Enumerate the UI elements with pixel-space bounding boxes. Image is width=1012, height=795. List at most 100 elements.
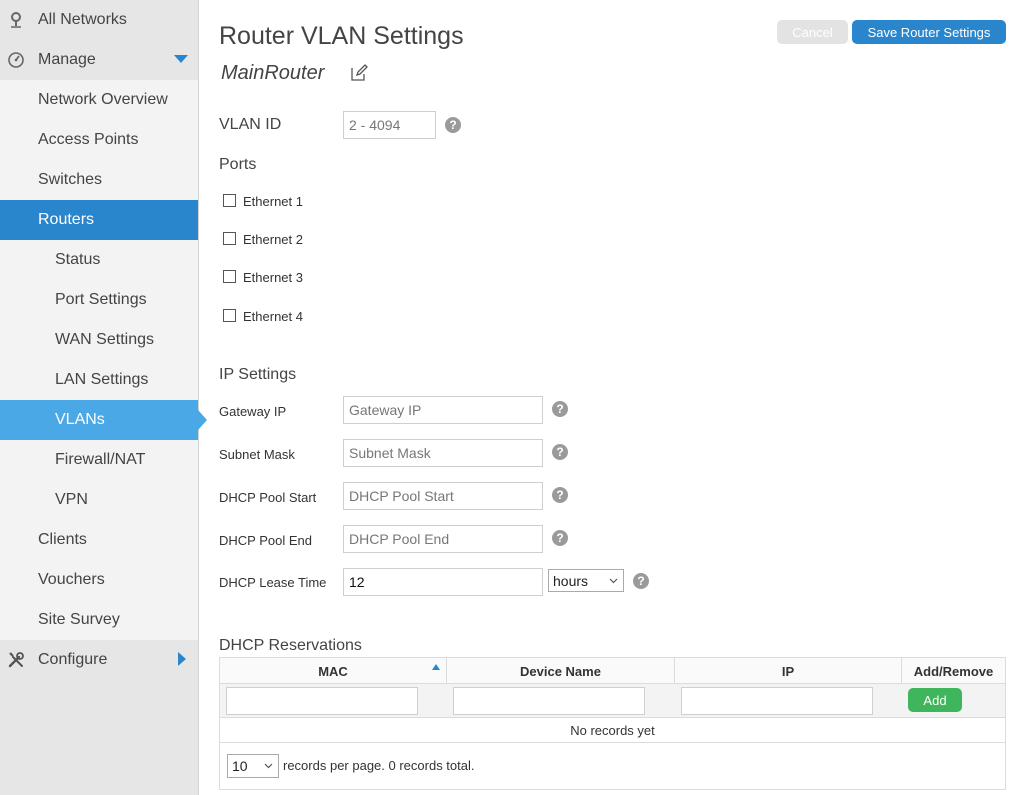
page-size-select[interactable]: 10 xyxy=(227,754,279,778)
sidebar-item-vouchers[interactable]: Vouchers xyxy=(0,560,198,600)
edit-icon[interactable] xyxy=(350,64,368,82)
sort-ascending-icon xyxy=(432,664,440,670)
sidebar-item-switches[interactable]: Switches xyxy=(0,160,198,200)
sidebar-item-label: Status xyxy=(55,251,101,268)
sidebar-item-label: Clients xyxy=(38,531,87,548)
vlan-id-label: VLAN ID xyxy=(219,116,282,133)
vlan-id-input[interactable] xyxy=(343,111,436,139)
chevron-down-icon xyxy=(264,763,273,769)
lease-unit-value: hours xyxy=(553,572,589,589)
add-reservation-button[interactable]: Add xyxy=(908,688,962,712)
help-icon[interactable]: ? xyxy=(552,401,568,417)
sidebar-item-site-survey[interactable]: Site Survey xyxy=(0,600,198,640)
ethernet-2-checkbox[interactable] xyxy=(223,232,236,245)
chevron-down-icon xyxy=(174,55,188,63)
router-name: MainRouter xyxy=(221,62,325,84)
ethernet-1-checkbox[interactable] xyxy=(223,194,236,207)
column-header-label: IP xyxy=(781,663,795,679)
sidebar-item-label: Configure xyxy=(38,651,108,668)
help-icon[interactable]: ? xyxy=(445,117,461,133)
page-size-value: 10 xyxy=(232,758,248,774)
sidebar-divider xyxy=(198,0,199,795)
table-input-row: Add xyxy=(220,684,1005,718)
sidebar-item-lan-settings[interactable]: LAN Settings xyxy=(0,360,198,400)
ip-settings-heading: IP Settings xyxy=(219,366,297,383)
column-header-mac[interactable]: MAC xyxy=(220,658,447,684)
ethernet-3-checkbox[interactable] xyxy=(223,270,236,283)
sidebar-item-label: Manage xyxy=(38,51,96,68)
column-header-label: MAC xyxy=(318,663,348,679)
sidebar-item-label: LAN Settings xyxy=(55,371,149,388)
ethernet-2-label: Ethernet 2 xyxy=(243,232,303,247)
chevron-down-icon xyxy=(609,578,618,584)
help-icon[interactable]: ? xyxy=(633,573,649,589)
subnet-mask-label: Subnet Mask xyxy=(219,447,295,462)
sidebar-item-access-points[interactable]: Access Points xyxy=(0,120,198,160)
sidebar-item-label: Port Settings xyxy=(55,291,147,308)
gateway-ip-label: Gateway IP xyxy=(219,404,287,419)
column-header-label: Device Name xyxy=(520,663,601,679)
ethernet-4-checkbox[interactable] xyxy=(223,309,236,322)
subnet-mask-input[interactable] xyxy=(343,439,543,467)
dhcp-pool-end-label: DHCP Pool End xyxy=(219,533,312,548)
dhcp-lease-time-input[interactable] xyxy=(343,568,543,596)
ip-input[interactable] xyxy=(681,687,873,715)
sidebar-item-label: Access Points xyxy=(38,131,139,148)
dhcp-lease-time-label: DHCP Lease Time xyxy=(219,575,327,590)
help-icon[interactable]: ? xyxy=(552,530,568,546)
table-header-row: MAC Device Name IP Add/Remove xyxy=(220,658,1005,684)
sidebar-item-routers[interactable]: Routers xyxy=(0,200,198,240)
cancel-button[interactable]: Cancel xyxy=(777,20,848,44)
sidebar-item-label: Site Survey xyxy=(38,611,120,628)
sidebar-item-label: VPN xyxy=(55,491,88,508)
sidebar-item-label: Firewall/NAT xyxy=(55,451,146,468)
sidebar-item-vlans[interactable]: VLANs xyxy=(0,400,198,440)
sidebar-item-label: Switches xyxy=(38,171,103,188)
sidebar-item-port-settings[interactable]: Port Settings xyxy=(0,280,198,320)
save-router-settings-button[interactable]: Save Router Settings xyxy=(852,20,1006,44)
table-footer: 10 records per page. 0 records total. xyxy=(220,743,1005,789)
sidebar-item-label: VLANs xyxy=(55,411,105,428)
dhcp-pool-end-input[interactable] xyxy=(343,525,543,553)
help-icon[interactable]: ? xyxy=(552,487,568,503)
column-header-add-remove: Add/Remove xyxy=(902,658,1005,684)
sidebar-item-manage[interactable]: Manage xyxy=(0,40,198,80)
column-header-device-name[interactable]: Device Name xyxy=(447,658,675,684)
column-header-ip[interactable]: IP xyxy=(675,658,902,684)
sidebar-item-all-networks[interactable]: All Networks xyxy=(0,0,198,40)
sidebar-item-label: Network Overview xyxy=(38,91,168,108)
sidebar-item-wan-settings[interactable]: WAN Settings xyxy=(0,320,198,360)
sidebar-item-label: Vouchers xyxy=(38,571,105,588)
dhcp-pool-start-label: DHCP Pool Start xyxy=(219,490,317,505)
sidebar-item-clients[interactable]: Clients xyxy=(0,520,198,560)
sidebar: All Networks Manage Network Overview Acc… xyxy=(0,0,207,795)
sidebar-item-vpn[interactable]: VPN xyxy=(0,480,198,520)
wrench-screwdriver-icon xyxy=(8,652,24,668)
sidebar-item-label: WAN Settings xyxy=(55,331,154,348)
dhcp-pool-start-input[interactable] xyxy=(343,482,543,510)
help-icon[interactable]: ? xyxy=(552,444,568,460)
column-header-label: Add/Remove xyxy=(913,663,994,679)
sidebar-item-firewall-nat[interactable]: Firewall/NAT xyxy=(0,440,198,480)
ports-label: Ports xyxy=(219,156,257,173)
sidebar-item-status[interactable]: Status xyxy=(0,240,198,280)
sidebar-item-network-overview[interactable]: Network Overview xyxy=(0,80,198,120)
dhcp-reservations-table: MAC Device Name IP Add/Remove Add No rec… xyxy=(219,657,1006,790)
selected-indicator xyxy=(198,410,207,430)
sidebar-item-label: All Networks xyxy=(38,11,127,28)
chevron-right-icon xyxy=(178,652,186,666)
ethernet-1-label: Ethernet 1 xyxy=(243,194,303,209)
records-summary: records per page. 0 records total. xyxy=(283,758,475,773)
mac-input[interactable] xyxy=(226,687,418,715)
empty-table-message: No records yet xyxy=(220,719,1005,743)
lease-unit-select[interactable]: hours xyxy=(548,569,624,592)
map-pin-icon xyxy=(11,12,21,28)
sidebar-item-configure[interactable]: Configure xyxy=(0,640,198,680)
ethernet-4-label: Ethernet 4 xyxy=(243,309,303,324)
dhcp-reservations-heading: DHCP Reservations xyxy=(219,637,362,654)
device-name-input[interactable] xyxy=(453,687,645,715)
ethernet-3-label: Ethernet 3 xyxy=(243,270,303,285)
gateway-ip-input[interactable] xyxy=(343,396,543,424)
page-title: Router VLAN Settings xyxy=(219,22,464,50)
sidebar-item-label: Routers xyxy=(38,211,95,228)
